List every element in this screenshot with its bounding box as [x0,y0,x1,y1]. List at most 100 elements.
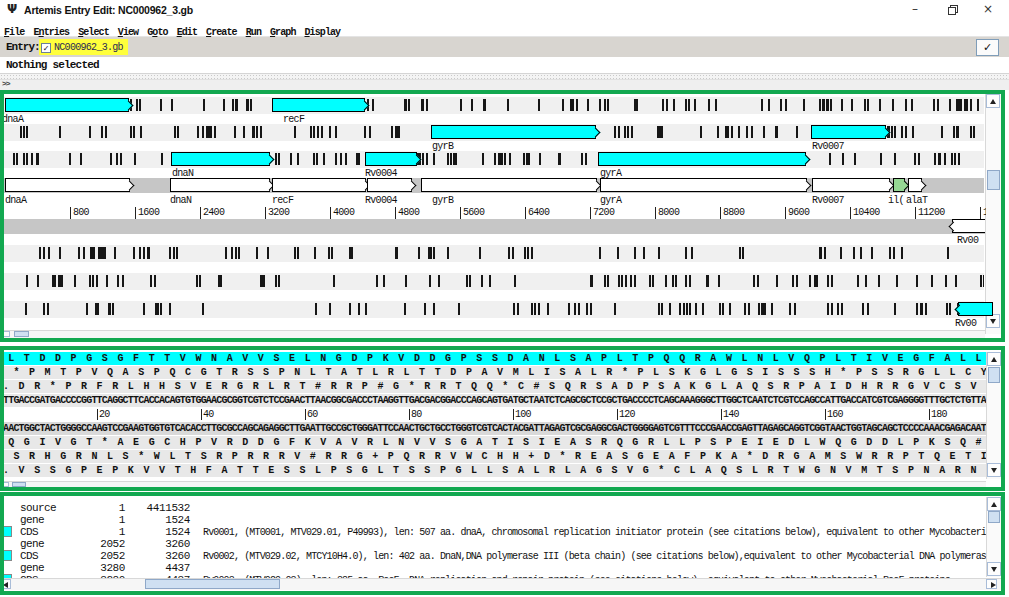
feature-list-panel[interactable]: source14411532gene11524CDS11524Rv0001, (… [0,496,1001,578]
forward-frame-row-2[interactable] [0,124,984,141]
scroll-down-button[interactable] [987,562,1001,576]
gene-box-alaT[interactable] [908,178,922,192]
dna-reverse-strand[interactable]: AACTGGCTACTGGGGCCAAGTCCGAAGTGGTGTCACACCT… [0,422,987,435]
dna-forward-strand[interactable]: TTGACCGATGACCCCGGTTCAGGCTTCACCACAGTGTGGA… [0,394,987,407]
stop-codon-tick [946,303,948,315]
gene-box-Rv0004[interactable] [367,178,412,192]
scroll-right-button[interactable] [986,579,997,589]
sequence-hscrollbar[interactable] [0,481,986,488]
aa-forward-frame-3[interactable]: . D R * P R F R L H H S V E R G R L R T … [0,380,987,393]
gene-box-gyrA[interactable] [600,178,807,192]
scroll-slider[interactable] [987,170,1000,190]
gene-box-Rv0004[interactable] [365,152,417,166]
aa-forward-frame-1[interactable]: L T D D P G S G F T T V W N A V V S E L … [0,352,987,365]
restore-button[interactable] [944,2,962,18]
feature-row-3[interactable]: CDS11524Rv0001, (MT0001, MTV029.01, P499… [0,526,1001,538]
stop-codon-tick [108,303,110,315]
stop-codon-tick [586,303,588,315]
gene-box-ile[interactable] [893,178,905,192]
stop-codon-tick [143,303,145,315]
scroll-slider[interactable] [988,367,1000,383]
sequence-panel[interactable]: L T D D P G S G F T T V W N A V V S E L … [0,350,1001,488]
gene-box-dnaA[interactable] [5,178,130,192]
gene-box-gyrB[interactable] [421,178,597,192]
right-arrow-icon [991,582,996,588]
feature-row-6[interactable]: gene32804437 [0,562,1001,574]
gene-box-recF[interactable] [272,98,365,112]
scroll-left-button[interactable] [0,579,11,589]
aa-forward-frame-2[interactable]: * P M T P V Q A S P Q C G T R S S P N L … [0,366,987,379]
aa-reverse-frame-1[interactable]: Q G I V G T * A E G C H P V R D D G F K … [0,436,987,449]
gene-label-dnaA: dnaA [5,196,26,206]
stop-codon-tick [372,99,374,111]
reverse-frame-row-3[interactable] [0,301,984,318]
stop-codon-tick [830,99,832,111]
gene-box-dnaN[interactable] [170,178,270,192]
gene-label-alaT: alaT [906,196,927,206]
overview-vscrollbar[interactable] [985,94,1001,334]
forward-frame-row-1[interactable] [0,97,984,114]
scroll-up-button[interactable] [986,94,1000,108]
feature-row-5[interactable]: CDS20523260Rv0002, (MTV029.02, MTCY10H4.… [0,550,1001,562]
gene-box-Rv0007[interactable] [812,178,890,192]
feature-row-1[interactable]: source14411532 [0,502,1001,514]
scroll-up-button[interactable] [987,497,1001,511]
base-number-row[interactable]: 20406080100120140160180 [0,408,987,421]
stop-codon-tick [753,275,755,287]
list-hscrollbar[interactable] [0,578,1001,590]
gene-box-dnaN[interactable] [171,152,270,166]
forward-gene-band[interactable] [0,178,984,193]
reverse-frame-row-2[interactable] [0,273,984,290]
aa-reverse-frame-2[interactable]: S R H G R N L S * W L T S R P R R R V # … [0,450,987,463]
stop-codon-tick [792,275,794,287]
forward-frame-row-3[interactable] [0,151,984,168]
stop-codon-tick [689,275,691,287]
stop-codon-tick [429,275,431,287]
stop-codon-tick [718,275,720,287]
scroll-slider[interactable] [12,482,26,487]
aa-reverse-frame-3[interactable]: . V S S G P E P K V V T H F A T T E S S … [0,464,987,477]
stop-codon-tick [323,153,325,165]
close-button[interactable]: × [979,2,997,18]
expander-button[interactable]: >> [2,79,10,88]
stop-codon-tick [504,153,506,165]
gene-box-recF[interactable] [272,178,366,192]
stop-codon-tick [717,126,719,138]
gene-box-gyrB[interactable] [431,125,596,139]
scroll-left-button[interactable] [1,331,10,337]
feature-row-4[interactable]: gene20523260 [0,538,1001,550]
reverse-gene-band[interactable] [0,219,1001,234]
entry-file-tag[interactable]: ✓ NC000962_3.gb [39,39,128,55]
reverse-frame-row-1[interactable] [0,245,984,262]
splitter-divider[interactable] [0,73,1009,80]
list-vscrollbar[interactable] [986,497,1001,577]
scale-mark-800: 800 [70,207,89,219]
gene-box-dnaA[interactable] [5,98,129,112]
sequence-vscrollbar[interactable] [986,352,1001,479]
scroll-down-button[interactable] [987,463,1001,477]
down-arrow-icon [991,468,997,473]
scroll-up-button[interactable] [987,352,1001,366]
scroll-slider[interactable] [988,511,1000,523]
gene-box-rv00-reverse[interactable] [958,302,993,316]
stop-codon-tick [136,99,138,111]
scroll-left-button[interactable] [0,482,9,487]
stop-codon-tick [831,275,833,287]
gene-box-gyrA[interactable] [598,152,806,166]
status-row: Nothing selected [0,57,1009,73]
overview-hscrollbar[interactable] [0,330,985,338]
entry-confirm-button[interactable]: ✓ [976,39,999,56]
scroll-slider[interactable] [14,331,29,337]
feature-row-2[interactable]: gene11524 [0,514,1001,526]
scroll-down-button[interactable] [986,314,1000,328]
scroll-slider[interactable] [145,579,280,589]
stop-codon-tick [433,303,435,315]
stop-codon-tick [918,153,920,165]
stop-codon-tick [58,275,60,287]
overview-panel[interactable]: dnaArecFgyrBRv0007dnaNRv0004gyrAdnaAdnaN… [0,94,1001,338]
minimize-button[interactable]: – [906,2,924,18]
stop-codon-tick [862,303,864,315]
gene-box-Rv0007[interactable] [811,125,886,139]
stop-codon-tick [154,275,156,287]
entry-checkbox[interactable]: ✓ [41,43,51,53]
